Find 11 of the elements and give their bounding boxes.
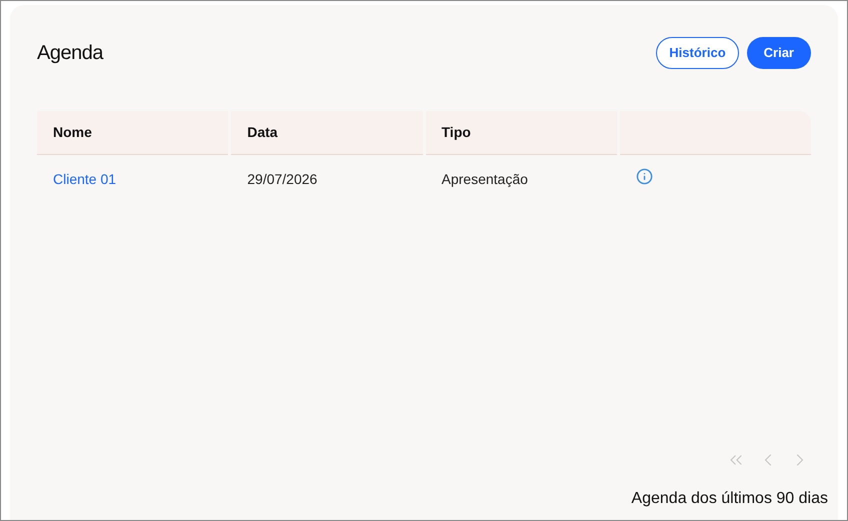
table-cell-text: Apresentação bbox=[440, 170, 529, 189]
history-button[interactable]: Histórico bbox=[656, 37, 739, 69]
info-icon[interactable] bbox=[636, 168, 653, 185]
page-title: Agenda bbox=[37, 41, 103, 66]
column-header: Nome bbox=[37, 111, 228, 155]
table-cell-text: 29/07/2026 bbox=[246, 170, 318, 188]
create-button[interactable]: Criar bbox=[746, 37, 811, 69]
column-header: Data bbox=[231, 111, 422, 155]
column-header: Tipo bbox=[426, 111, 617, 155]
footer-note: Agenda dos últimos 90 dias bbox=[631, 489, 828, 509]
client-link[interactable]: Cliente 01 bbox=[37, 168, 228, 190]
